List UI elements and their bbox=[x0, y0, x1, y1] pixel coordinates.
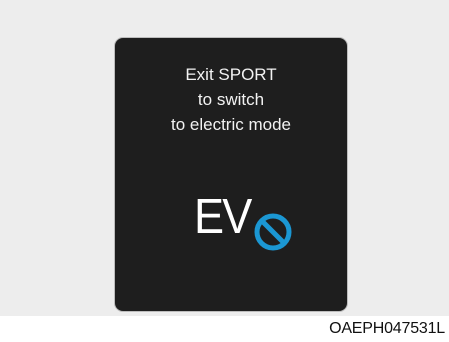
message-line-3: to electric mode bbox=[171, 115, 291, 134]
message-line-1: Exit SPORT bbox=[185, 65, 277, 84]
ev-mode-unavailable-indicator: EV bbox=[194, 191, 294, 251]
cluster-display-screen: Exit SPORT to switch to electric mode EV bbox=[115, 38, 347, 311]
ev-label: EV bbox=[194, 190, 252, 244]
prohibit-icon bbox=[254, 213, 292, 251]
figure-code: OAEPH047531L bbox=[329, 320, 445, 337]
message-line-2: to switch bbox=[197, 90, 265, 109]
mode-message: Exit SPORT to switch to electric mode bbox=[115, 62, 347, 137]
